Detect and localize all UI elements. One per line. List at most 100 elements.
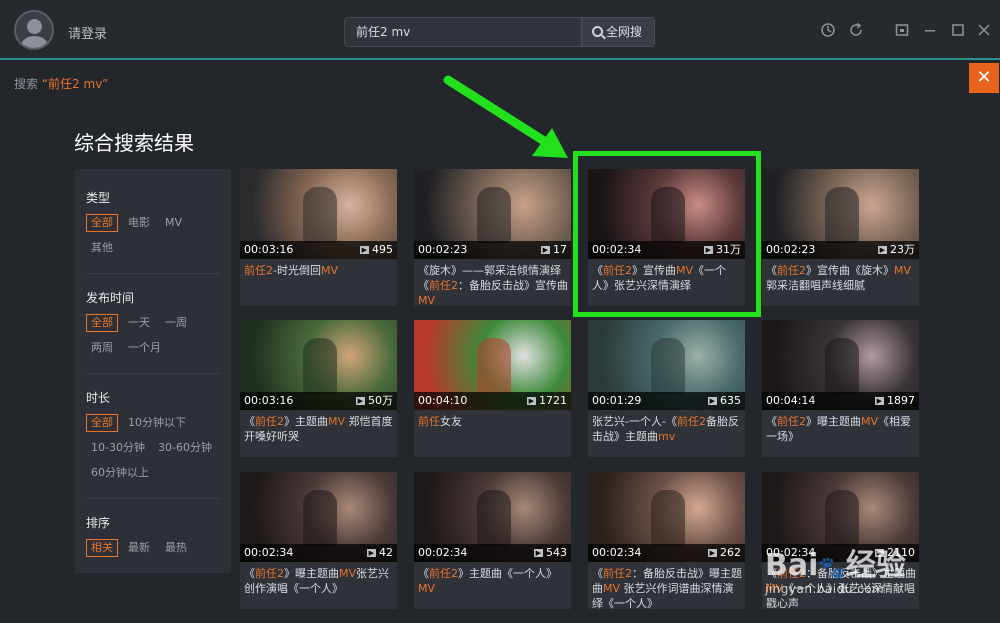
video-thumbnail[interactable]: 00:03:16 495 [240, 169, 397, 259]
filter-time-all[interactable]: 全部 [86, 314, 118, 332]
thumbnail-info-bar: 00:03:16 50万 [240, 392, 397, 410]
video-result-card[interactable]: 00:02:34 262 《前任2：备胎反击战》曝主题曲MV 张艺兴作词谱曲深情演绎… [588, 472, 745, 611]
watermark-url: jingyan.baidu.com [765, 582, 885, 596]
search-button-label: 全网搜 [606, 25, 643, 39]
breadcrumb-query: “前任2 mv” [41, 77, 109, 91]
video-thumbnail[interactable]: 00:02:23 23万 [762, 169, 919, 259]
title-keyword: 前任2 [429, 279, 458, 292]
filter-time-week[interactable]: 一周 [165, 314, 187, 332]
title-text: 女友 [440, 415, 462, 428]
search-icon [592, 26, 603, 37]
title-text: 》宣传曲《旋木》 [806, 264, 894, 277]
video-title-link[interactable]: 前任女友 [418, 414, 568, 429]
video-duration: 00:02:23 [418, 243, 468, 256]
title-keyword: 前任2 [777, 264, 806, 277]
thumbnail-figure [824, 490, 859, 546]
play-count: 50万 [356, 392, 393, 410]
sort-relevance[interactable]: 相关 [86, 539, 118, 557]
filter-divider [86, 373, 220, 374]
sort-hottest[interactable]: 最热 [165, 539, 187, 557]
filter-duration-over-60[interactable]: 60分钟以上 [91, 464, 149, 482]
thumbnail-figure [824, 338, 859, 394]
title-keyword: 前任2 [603, 567, 632, 580]
video-thumbnail[interactable]: 00:03:16 50万 [240, 320, 397, 410]
video-title-link[interactable]: 《前任2》主题曲《一个人》 MV [418, 566, 568, 596]
thumbnail-figure [476, 490, 511, 546]
video-thumbnail[interactable]: 00:04:10 1721 [414, 320, 571, 410]
video-title-link[interactable]: 张艺兴-一个人-《前任2备胎反击战》主题曲mv [592, 414, 742, 444]
search-breadcrumb: 搜索 “前任2 mv” [14, 75, 108, 92]
title-text: 《 [418, 567, 429, 580]
refresh-icon[interactable] [848, 22, 864, 38]
annotation-arrow-icon [443, 75, 568, 158]
title-text: ：备胎反击战》宣传曲 [458, 279, 568, 292]
video-result-card[interactable]: 00:02:34 42 《前任2》曝主题曲MV张艺兴创作演唱《一个人》 [240, 472, 397, 609]
video-thumbnail[interactable]: 00:02:34 543 [414, 472, 571, 562]
filter-time-two-weeks[interactable]: 两周 [91, 339, 113, 357]
video-title-link[interactable]: 《前任2：备胎反击战》曝主题曲MV 张艺兴作词谱曲深情演绎《一个人》 [592, 566, 742, 611]
title-text: 》主题曲《一个人》 [458, 567, 557, 580]
history-icon[interactable] [820, 22, 836, 38]
play-count: 495 [360, 241, 393, 259]
video-title-link[interactable]: 《前任2》宣传曲《旋木》MV 郭采洁翻唱声线细腻 [766, 263, 916, 293]
video-duration: 00:02:23 [766, 243, 816, 256]
thumbnail-figure [302, 490, 337, 546]
title-keyword: MV [418, 294, 436, 307]
thumbnail-info-bar: 00:02:23 23万 [762, 241, 919, 259]
video-result-card[interactable]: 00:02:34 543 《前任2》主题曲《一个人》 MV [414, 472, 571, 609]
video-result-card[interactable]: 00:01:29 635 张艺兴-一个人-《前任2备胎反击战》主题曲mv [588, 320, 745, 457]
filter-type-movie[interactable]: 电影 [128, 214, 150, 232]
title-keyword: MV [339, 567, 357, 580]
filter-duration-30-60[interactable]: 30-60分钟 [158, 439, 212, 457]
mini-mode-icon[interactable] [894, 22, 910, 38]
title-keyword: MV [418, 582, 436, 595]
close-panel-button[interactable]: ✕ [969, 63, 999, 93]
video-duration: 00:02:34 [418, 546, 468, 559]
video-result-card[interactable]: 00:02:2317《旋木》——郭采洁倾情演绎《前任2：备胎反击战》宣传曲MV [414, 169, 571, 308]
video-thumbnail[interactable]: 00:02:34 262 [588, 472, 745, 562]
maximize-icon[interactable] [950, 22, 966, 38]
filter-duration-all[interactable]: 全部 [86, 414, 118, 432]
baidu-watermark-logo: Bai🐾经验 jingyan.baidu.com [765, 548, 906, 596]
sort-newest[interactable]: 最新 [128, 539, 150, 557]
filter-duration-under-10[interactable]: 10分钟以下 [128, 414, 186, 432]
video-title-link[interactable]: 《前任2》主题曲MV 郑恺首度开嗓好听哭 [244, 414, 394, 444]
video-title-link[interactable]: 前任2-时光倒回MV [244, 263, 394, 278]
video-result-card[interactable]: 00:03:16 495 前任2-时光倒回MV [240, 169, 397, 306]
watermark-brand-suffix: 经验 [845, 548, 906, 583]
video-result-card[interactable]: 00:02:23 23万《前任2》宣传曲《旋木》MV 郭采洁翻唱声线细腻 [762, 169, 919, 306]
title-text: 张艺兴-一个人-《 [592, 415, 677, 428]
video-result-card[interactable]: 00:04:10 1721 前任女友 [414, 320, 571, 457]
user-avatar[interactable] [14, 10, 54, 50]
title-text: 《 [766, 264, 777, 277]
video-title-link[interactable]: 《前任2》曝主题曲MV张艺兴创作演唱《一个人》 [244, 566, 394, 596]
login-link[interactable]: 请登录 [68, 23, 107, 42]
video-title-link[interactable]: 《前任2》曝主题曲MV《相爱一场》 [766, 414, 916, 444]
page-title: 综合搜索结果 [74, 131, 194, 155]
video-title-link[interactable]: 《旋木》——郭采洁倾情演绎《前任2：备胎反击战》宣传曲MV [418, 263, 568, 308]
title-text: 》曝主题曲 [806, 415, 861, 428]
filter-time-month[interactable]: 一个月 [128, 339, 161, 357]
title-text: 《 [244, 567, 255, 580]
video-result-card[interactable]: 00:03:16 50万《前任2》主题曲MV 郑恺首度开嗓好听哭 [240, 320, 397, 457]
filter-duration-10-30[interactable]: 10-30分钟 [91, 439, 145, 457]
minimize-icon[interactable] [922, 22, 938, 38]
filter-time-day[interactable]: 一天 [128, 314, 150, 332]
filter-type-other[interactable]: 其他 [91, 239, 113, 257]
title-text: -时光倒回 [273, 264, 321, 277]
video-thumbnail[interactable]: 00:01:29 635 [588, 320, 745, 410]
video-thumbnail[interactable]: 00:04:14 1897 [762, 320, 919, 410]
title-keyword: 前任2 [255, 415, 284, 428]
video-thumbnail[interactable]: 00:02:34 42 [240, 472, 397, 562]
search-input[interactable]: 前任2 mv [344, 17, 582, 47]
video-duration: 00:03:16 [244, 394, 294, 407]
video-thumbnail[interactable]: 00:02:23 17 [414, 169, 571, 259]
play-count: 1897 [875, 392, 915, 410]
close-window-icon[interactable] [976, 22, 992, 38]
filter-type-all[interactable]: 全部 [86, 214, 118, 232]
video-result-card[interactable]: 00:04:141897 《前任2》曝主题曲MV《相爱一场》 [762, 320, 919, 457]
title-keyword: MV [603, 582, 621, 595]
search-all-button[interactable]: 全网搜 [581, 17, 655, 47]
play-count: 262 [708, 544, 741, 562]
filter-type-mv[interactable]: MV [165, 214, 182, 232]
